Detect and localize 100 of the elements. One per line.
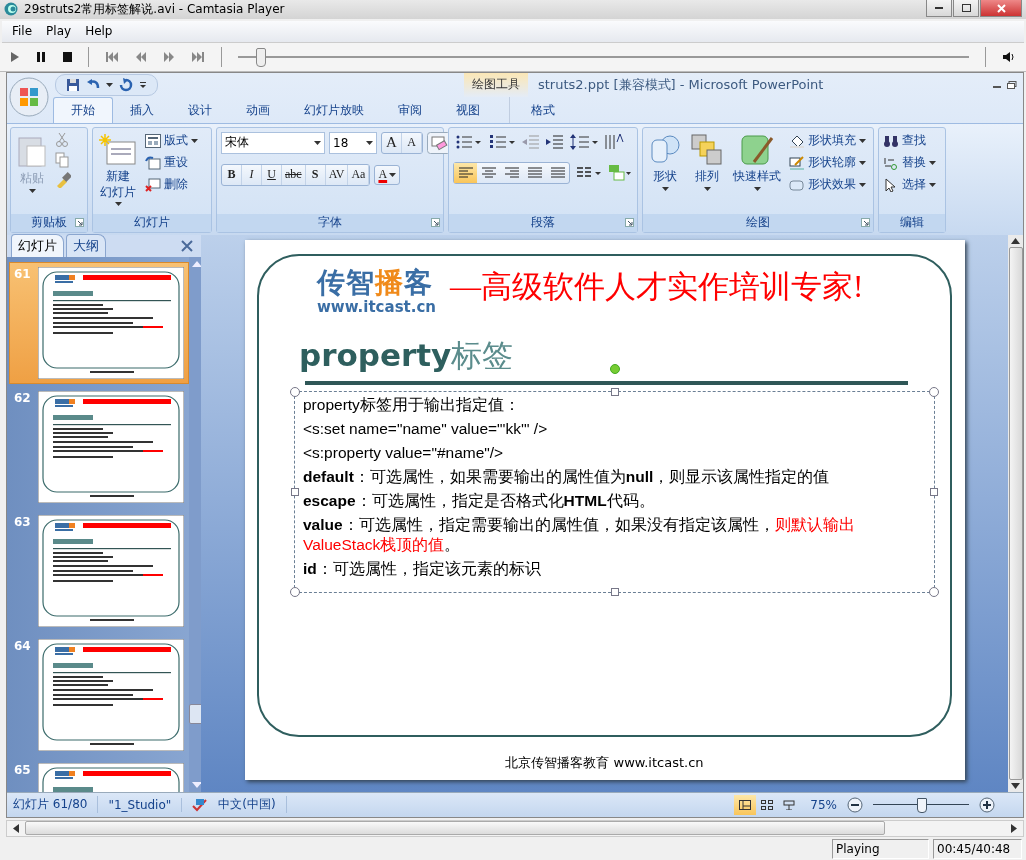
dialog-launcher-icon[interactable] xyxy=(431,217,440,227)
new-slide-icon xyxy=(99,133,137,166)
clear-formatting-icon[interactable] xyxy=(427,131,451,154)
zoom-in-icon[interactable] xyxy=(979,796,995,813)
document-title: struts2.ppt [兼容模式] - Microsoft PowerPoint xyxy=(538,75,824,94)
seek-slider[interactable] xyxy=(238,46,969,67)
zoom-out-icon[interactable] xyxy=(847,796,863,813)
close-button[interactable] xyxy=(980,0,1022,17)
normal-view-button[interactable] xyxy=(734,794,757,815)
reset-icon xyxy=(145,155,161,170)
scroll-up-icon[interactable] xyxy=(1011,237,1020,244)
scroll-thumb[interactable] xyxy=(189,704,201,725)
format-button[interactable]: I xyxy=(242,164,262,185)
resize-handle[interactable] xyxy=(290,586,300,597)
drawing-command-button[interactable]: 排列 xyxy=(689,131,725,193)
grow-font-button[interactable]: A xyxy=(382,132,402,153)
stop-icon[interactable] xyxy=(62,50,72,63)
slide-command-button[interactable]: 删除 xyxy=(145,175,198,194)
view-icon xyxy=(739,799,752,810)
text-line: default：可选属性，如果需要输出的属性值为null，则显示该属性指定的值 xyxy=(303,466,831,487)
drawing-command-button[interactable]: 快速样式 xyxy=(731,131,783,193)
resize-handle[interactable] xyxy=(929,386,939,397)
slide-footer: 北京传智播客教育 www.itcast.cn xyxy=(505,753,704,772)
shape-format-button[interactable]: 形状效果 xyxy=(789,175,866,194)
scroll-thumb[interactable] xyxy=(25,821,885,836)
ribbon-tab[interactable]: 设计 xyxy=(171,97,229,123)
play-icon[interactable] xyxy=(10,50,20,63)
caret-icon xyxy=(929,182,936,187)
resize-handle[interactable] xyxy=(290,386,300,397)
ribbon-tab[interactable]: 审阅 xyxy=(381,97,439,123)
ribbon-tab[interactable]: 开始 xyxy=(53,96,113,123)
resize-handle[interactable] xyxy=(929,586,939,597)
ribbon-tab[interactable]: 幻灯片放映 xyxy=(287,97,381,123)
ribbon-tab[interactable]: 插入 xyxy=(113,97,171,123)
slide-thumbnail[interactable] xyxy=(38,638,184,751)
resize-handle[interactable] xyxy=(610,387,619,396)
slide-thumbnail[interactable] xyxy=(38,266,184,379)
editing-command-button[interactable]: 替换 xyxy=(883,153,936,172)
scroll-left-icon[interactable] xyxy=(13,823,19,833)
spell-check-icon[interactable] xyxy=(192,797,209,812)
skip-back-icon[interactable] xyxy=(105,50,119,63)
alignment-button[interactable] xyxy=(454,162,477,183)
slide-command-button[interactable]: 重设 xyxy=(145,153,198,172)
pause-icon[interactable] xyxy=(36,50,46,63)
slide-thumbnail[interactable] xyxy=(38,390,184,503)
dialog-launcher-icon[interactable] xyxy=(625,217,634,227)
smartart-icon[interactable] xyxy=(608,162,632,183)
menu-item[interactable]: Help xyxy=(85,24,113,39)
font-color-button[interactable]: A xyxy=(374,164,401,185)
menu-item[interactable]: File xyxy=(12,24,33,39)
customize-toolbar-icon[interactable] xyxy=(139,80,147,89)
panel-tab[interactable]: 大纲 xyxy=(66,233,106,257)
font-name-field[interactable]: 宋体 xyxy=(221,131,325,154)
slide-count: 幻灯片 61/80 xyxy=(13,796,99,814)
scroll-down-icon[interactable] xyxy=(1011,782,1020,789)
horizontal-scrollbar[interactable] xyxy=(6,819,1024,837)
restore-icon[interactable] xyxy=(1007,80,1017,89)
format-button[interactable]: AV xyxy=(325,164,349,185)
drawing-command-button[interactable]: 形状 xyxy=(647,131,683,193)
panel-tab[interactable]: 幻灯片 xyxy=(11,233,64,257)
maximize-button[interactable] xyxy=(953,0,979,17)
format-painter-icon[interactable] xyxy=(55,171,71,188)
editing-command-button[interactable]: 查找 xyxy=(883,131,936,150)
new-slide-button[interactable]: 新建 幻灯片 xyxy=(97,131,139,208)
volume-icon[interactable] xyxy=(1002,50,1016,63)
ribbon-tab[interactable]: 动画 xyxy=(229,97,287,123)
dialog-launcher-icon[interactable] xyxy=(75,217,84,227)
vertical-scrollbar[interactable] xyxy=(189,256,201,792)
office-button[interactable] xyxy=(9,76,49,117)
ribbon-tab[interactable]: 格式 xyxy=(514,97,572,123)
ribbon-tab[interactable]: 视图 xyxy=(439,97,497,123)
shape-format-button[interactable]: 形状填充 xyxy=(789,131,866,150)
resize-handle[interactable] xyxy=(291,487,299,496)
format-button[interactable]: Aa xyxy=(348,164,370,185)
resize-handle[interactable] xyxy=(610,587,619,596)
redo-icon[interactable] xyxy=(119,77,133,92)
shrink-font-button[interactable]: A xyxy=(402,132,422,153)
format-button[interactable]: abc xyxy=(282,164,306,185)
slide-thumbnail[interactable] xyxy=(38,514,184,627)
skip-forward-icon[interactable] xyxy=(191,50,205,63)
rotation-handle[interactable] xyxy=(609,363,620,374)
format-button[interactable]: S xyxy=(305,164,326,185)
save-icon[interactable] xyxy=(66,77,80,92)
fast-forward-icon[interactable] xyxy=(163,50,175,63)
app-icon xyxy=(4,2,18,17)
zoom-slider[interactable] xyxy=(873,795,969,814)
resize-handle[interactable] xyxy=(930,487,938,496)
caret-icon xyxy=(929,160,936,165)
dialog-launcher-icon[interactable] xyxy=(861,217,870,227)
editing-command-button[interactable]: 选择 xyxy=(883,175,936,194)
menu-item[interactable]: Play xyxy=(46,24,72,39)
format-button[interactable]: U xyxy=(262,164,282,185)
close-icon[interactable] xyxy=(181,239,193,252)
shape-format-button[interactable]: 形状轮廓 xyxy=(789,153,866,172)
format-button[interactable]: B xyxy=(222,164,242,185)
rewind-icon[interactable] xyxy=(135,50,147,63)
minimize-button[interactable] xyxy=(926,0,952,17)
slide-command-button[interactable]: 版式 xyxy=(145,131,198,150)
font-size-field[interactable]: 18 xyxy=(329,131,377,154)
scroll-right-icon[interactable] xyxy=(1011,823,1017,833)
